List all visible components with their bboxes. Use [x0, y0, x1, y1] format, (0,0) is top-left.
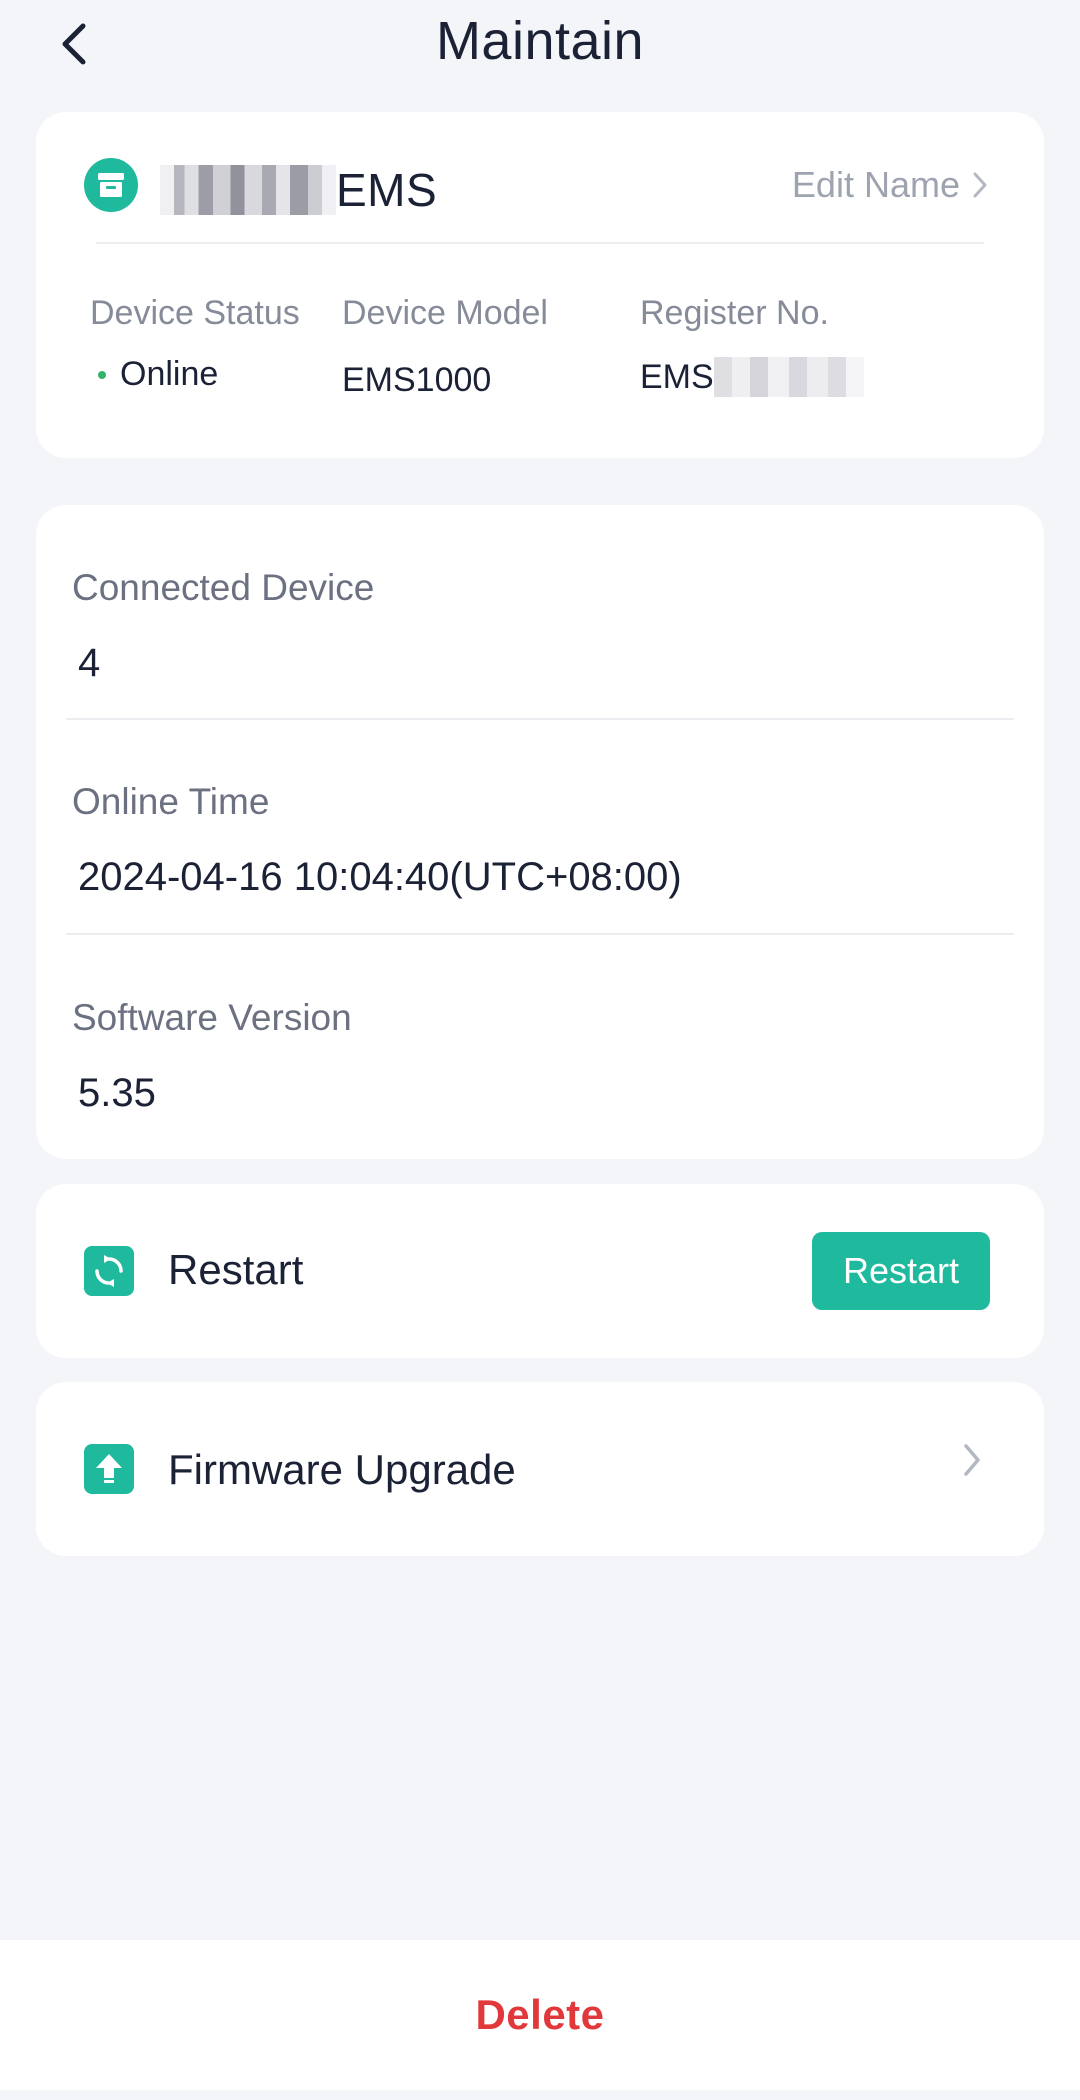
restart-label: Restart [168, 1246, 304, 1293]
device-name: EMS [160, 162, 437, 218]
redacted-register-no [713, 357, 864, 397]
top-nav-bar: Maintain [0, 0, 1080, 90]
page-title: Maintain [435, 11, 645, 71]
upload-icon [84, 1444, 134, 1494]
firmware-upgrade-label: Firmware Upgrade [168, 1446, 516, 1493]
device-model-column: Device Model EMS1000 [342, 294, 548, 400]
edit-name-label: Edit Name [791, 164, 960, 205]
restart-icon [84, 1246, 134, 1296]
register-no-label: Register No. [640, 294, 829, 332]
bottom-action-bar: Delete [0, 1940, 1080, 2090]
online-time-label: Online Time [72, 781, 270, 822]
device-box-icon [84, 158, 138, 212]
chevron-right-icon [964, 1444, 980, 1476]
device-details-card: Connected Device 4 Online Time 2024-04-1… [36, 505, 1044, 1159]
connected-device-label: Connected Device [72, 567, 375, 608]
online-status-dot [98, 370, 106, 379]
restart-button[interactable]: Restart [812, 1232, 990, 1310]
device-info-card: EMS Edit Name Device Status Online Devic… [36, 112, 1044, 458]
software-version-label: Software Version [72, 997, 352, 1038]
divider [66, 933, 1014, 935]
connected-device-value: 4 [78, 641, 101, 685]
device-status-label: Device Status [90, 294, 300, 332]
edit-name-link[interactable]: Edit Name [792, 164, 988, 206]
redacted-name-prefix [160, 165, 336, 215]
delete-button[interactable]: Delete [475, 1991, 604, 2039]
chevron-right-icon [973, 172, 987, 198]
device-status-column: Device Status Online [90, 294, 300, 394]
software-version-value: 5.35 [78, 1071, 156, 1115]
device-status-text: Online [120, 355, 219, 393]
firmware-upgrade-row[interactable]: Firmware Upgrade [36, 1382, 1044, 1556]
register-no-prefix: EMS [640, 357, 714, 396]
device-status-value: Online [90, 355, 300, 394]
device-name-suffix: EMS [336, 164, 438, 216]
register-no-column: Register No. EMS [640, 294, 864, 397]
online-time-value: 2024-04-16 10:04:40(UTC+08:00) [78, 855, 682, 899]
device-model-label: Device Model [342, 294, 548, 332]
restart-card: Restart Restart [36, 1184, 1044, 1358]
divider [66, 718, 1014, 720]
register-no-value: EMS [640, 357, 864, 397]
divider [96, 242, 984, 244]
device-model-value: EMS1000 [342, 361, 492, 399]
